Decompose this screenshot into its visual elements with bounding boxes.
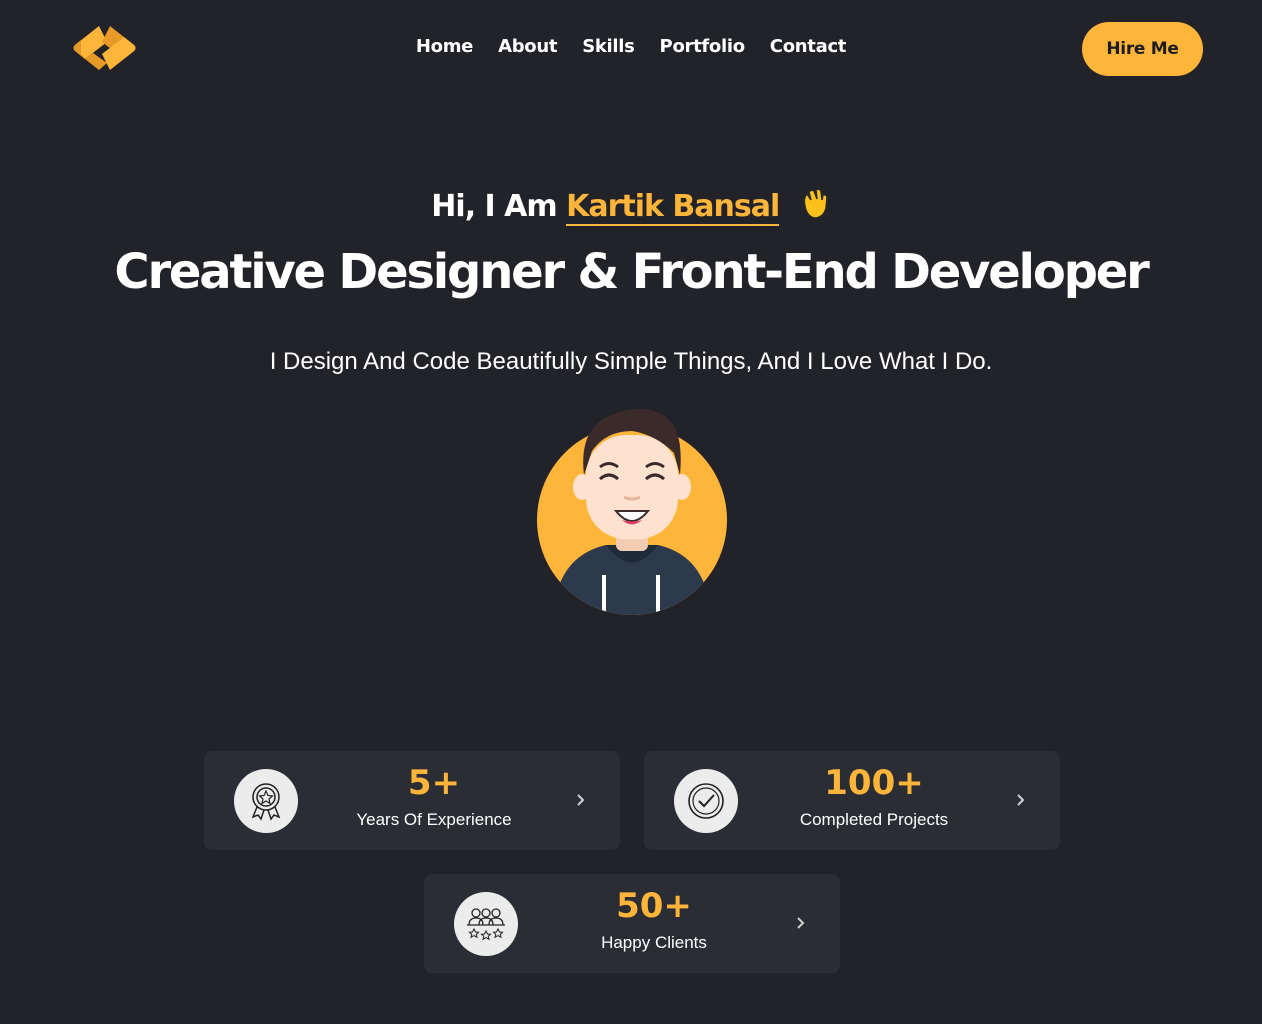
stat-label: Completed Projects bbox=[799, 810, 949, 829]
nav-portfolio[interactable]: Portfolio bbox=[660, 36, 746, 57]
stat-card-clients[interactable]: 50+ Happy Clients bbox=[424, 874, 840, 973]
hero-greeting: Hi, I Am Kartik Bansal bbox=[0, 186, 1262, 226]
main-nav: Home About Skills Portfolio Contact bbox=[0, 36, 1262, 57]
nav-contact[interactable]: Contact bbox=[770, 36, 847, 57]
avatar bbox=[537, 408, 727, 615]
stat-value: 50+ bbox=[616, 886, 692, 926]
check-circle-icon bbox=[674, 769, 738, 833]
nav-links: Home About Skills Portfolio Contact bbox=[416, 36, 847, 57]
stat-label: Happy Clients bbox=[601, 933, 707, 952]
award-badge-icon bbox=[234, 769, 298, 833]
stat-card-projects[interactable]: 100+ Completed Projects bbox=[644, 751, 1060, 850]
nav-skills[interactable]: Skills bbox=[582, 36, 635, 57]
stat-value: 100+ bbox=[824, 763, 924, 803]
chevron-right-icon bbox=[1017, 794, 1025, 806]
chevron-right-icon bbox=[797, 917, 805, 929]
hero-tagline: I Design And Code Beautifully Simple Thi… bbox=[269, 348, 993, 375]
greeting-prefix: Hi, I Am bbox=[431, 189, 557, 224]
nav-about[interactable]: About bbox=[498, 36, 557, 57]
hire-me-button[interactable]: Hire Me bbox=[1082, 22, 1203, 76]
nav-home[interactable]: Home bbox=[416, 36, 474, 57]
chevron-right-icon bbox=[577, 794, 585, 806]
waving-hand-icon bbox=[798, 188, 830, 219]
clients-stars-icon bbox=[454, 892, 518, 956]
stat-label: Years Of Experience bbox=[356, 810, 512, 829]
hero-name: Kartik Bansal bbox=[566, 189, 780, 226]
stat-value: 5+ bbox=[407, 763, 461, 803]
hero-headline: Creative Designer & Front-End Developer bbox=[114, 244, 1149, 300]
stat-card-experience[interactable]: 5+ Years Of Experience bbox=[204, 751, 620, 850]
